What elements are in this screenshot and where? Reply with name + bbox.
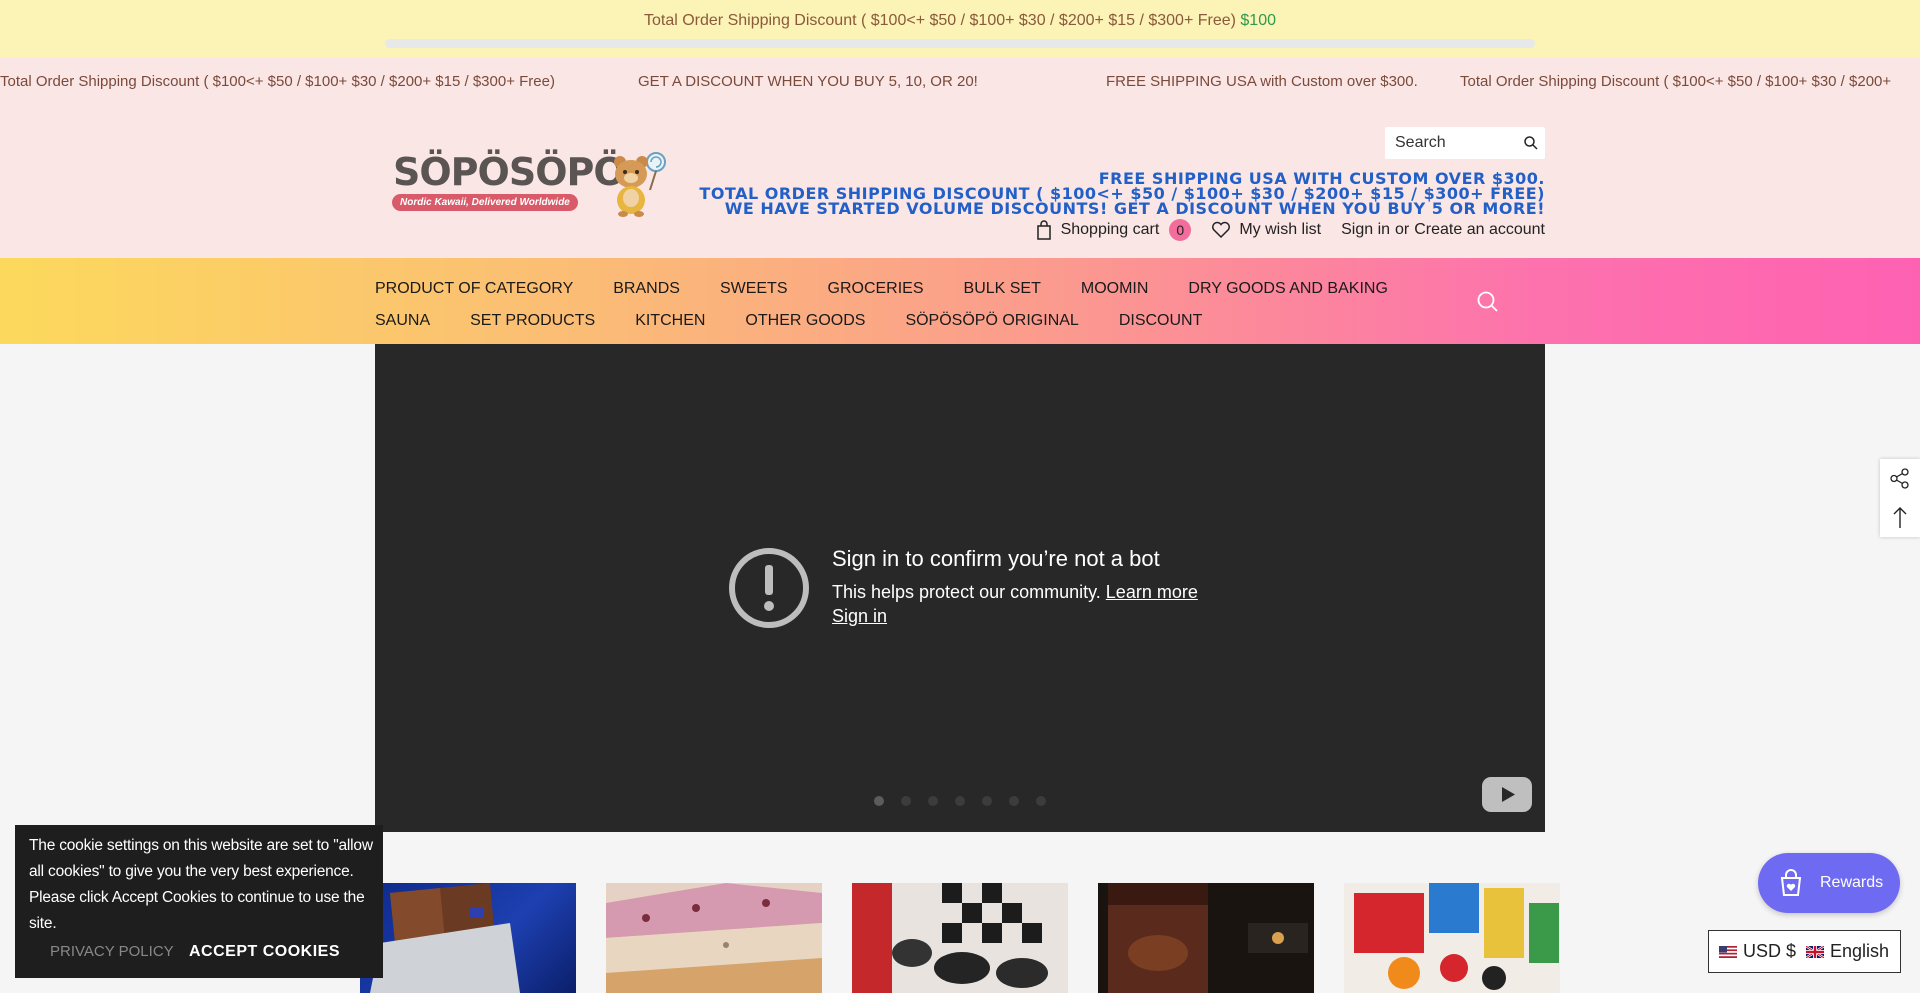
- search-icon[interactable]: [1523, 135, 1539, 151]
- announcement-message: Total Order Shipping Discount ( $100<+ $…: [643, 12, 1236, 29]
- slider-dot[interactable]: [901, 796, 911, 806]
- search-input[interactable]: [1385, 127, 1515, 159]
- accept-cookies-label: ACCEPT COOKIES: [189, 943, 341, 960]
- announcement-text: Total Order Shipping Discount ( $100<+ $…: [0, 12, 1920, 30]
- nav-item-groceries[interactable]: GROCERIES: [828, 280, 924, 298]
- logo-text: SÖPÖSÖPÖ: [393, 150, 626, 194]
- privacy-policy-link[interactable]: PRIVACY POLICY: [50, 943, 174, 960]
- hero-video[interactable]: Sign in to confirm you’re not a bot This…: [375, 344, 1545, 832]
- account-links: Sign in or Create an account: [1341, 221, 1545, 239]
- nav-item-sweets[interactable]: SWEETS: [720, 280, 788, 298]
- nav-row-1: PRODUCT OF CATEGORY BRANDS SWEETS GROCER…: [375, 280, 1428, 298]
- video-message-text: This helps protect our community.: [832, 582, 1101, 602]
- rewards-button[interactable]: Rewards: [1758, 853, 1900, 913]
- product-thumbnail[interactable]: [852, 883, 1068, 993]
- marquee-item: FREE SHIPPING USA with Custom over $300.: [1106, 73, 1418, 90]
- nav-item-other-goods[interactable]: OTHER GOODS: [745, 312, 865, 330]
- create-account-link[interactable]: Create an account: [1414, 221, 1545, 239]
- nav-row-2: SAUNA SET PRODUCTS KITCHEN OTHER GOODS S…: [375, 312, 1242, 330]
- rewards-bag-icon: [1780, 869, 1802, 896]
- marquee-item: GET A DISCOUNT WHEN YOU BUY 5, 10, OR 20…: [638, 73, 978, 90]
- chocolate-image: [370, 883, 520, 993]
- nav-item-product-of-category[interactable]: PRODUCT OF CATEGORY: [375, 280, 573, 298]
- uk-flag-icon: [1806, 945, 1825, 958]
- chocolate-bars-image: [606, 883, 822, 993]
- nav-item-sauna[interactable]: SAUNA: [375, 312, 430, 330]
- announcement-bar: Total Order Shipping Discount ( $100<+ $…: [0, 0, 1920, 58]
- currency-label[interactable]: USD $: [1743, 941, 1796, 962]
- slider-dot[interactable]: [928, 796, 938, 806]
- currency-language-selector[interactable]: USD $ English: [1708, 930, 1901, 973]
- site-header: SÖPÖSÖPÖ Nordic Kawaii, Delivered Worldw…: [0, 106, 1920, 258]
- nav-item-soposopo-original[interactable]: SÖPÖSÖPÖ ORIGINAL: [905, 312, 1078, 330]
- announcement-amount: $100: [1240, 12, 1276, 29]
- wishlist-link[interactable]: My wish list: [1211, 221, 1321, 239]
- floating-side-tools: [1880, 459, 1920, 537]
- nav-item-set-products[interactable]: SET PRODUCTS: [470, 312, 595, 330]
- warning-icon: [729, 548, 809, 628]
- accept-cookies-button[interactable]: ACCEPT COOKIES: [189, 943, 340, 961]
- language-label[interactable]: English: [1830, 941, 1889, 962]
- video-message: This helps protect our community. Learn …: [832, 582, 1198, 603]
- promo-marquee: Total Order Shipping Discount ( $100<+ $…: [0, 58, 1920, 106]
- nav-item-dry-goods[interactable]: DRY GOODS AND BAKING: [1188, 280, 1387, 298]
- shopping-cart-link[interactable]: Shopping cart 0: [1035, 219, 1192, 241]
- slider-dot[interactable]: [1009, 796, 1019, 806]
- coffee-package-image: [1108, 883, 1308, 993]
- licorice-image: [852, 883, 1048, 993]
- signin-link[interactable]: Sign in: [1341, 221, 1390, 239]
- wishlist-label: My wish list: [1239, 221, 1322, 238]
- shipping-progress-bar: [385, 39, 1535, 48]
- us-flag-icon: [1719, 945, 1737, 958]
- cart-label: Shopping cart: [1060, 221, 1160, 238]
- slider-dot[interactable]: [1036, 796, 1046, 806]
- youtube-icon[interactable]: [1482, 777, 1532, 812]
- cookie-message: The cookie settings on this website are …: [29, 837, 373, 932]
- nav-item-moomin[interactable]: MOOMIN: [1081, 280, 1149, 298]
- video-signin-link[interactable]: Sign in: [832, 606, 887, 627]
- nav-item-discount[interactable]: DISCOUNT: [1119, 312, 1203, 330]
- nav-item-kitchen[interactable]: KITCHEN: [635, 312, 705, 330]
- snack-mix-image: [1354, 883, 1559, 990]
- product-thumbnail[interactable]: [606, 883, 822, 993]
- nav-item-bulk-set[interactable]: BULK SET: [964, 280, 1041, 298]
- heart-icon: [1212, 221, 1231, 239]
- arrow-up-icon[interactable]: [1880, 498, 1920, 537]
- slider-dot[interactable]: [982, 796, 992, 806]
- logo[interactable]: SÖPÖSÖPÖ Nordic Kawaii, Delivered Worldw…: [390, 150, 670, 222]
- product-thumbnail[interactable]: [1098, 883, 1314, 993]
- video-title: Sign in to confirm you’re not a bot: [832, 546, 1160, 571]
- product-thumbnail[interactable]: [1344, 883, 1560, 993]
- slider-dots: [874, 796, 1063, 806]
- logo-tagline: Nordic Kawaii, Delivered Worldwide: [392, 194, 578, 211]
- cart-icon: [1036, 220, 1051, 240]
- header-links: Shopping cart 0 My wish list Sign in or …: [1015, 218, 1545, 242]
- marquee-item: Total Order Shipping Discount ( $100<+ $…: [1460, 73, 1892, 90]
- product-thumbnail[interactable]: [360, 883, 576, 993]
- nav-search-icon[interactable]: [1476, 290, 1500, 314]
- slider-dot[interactable]: [955, 796, 965, 806]
- share-icon[interactable]: [1880, 459, 1920, 498]
- nav-item-brands[interactable]: BRANDS: [613, 280, 680, 298]
- header-search: [1385, 127, 1545, 159]
- promo-line-volume: WE HAVE STARTED VOLUME DISCOUNTS! GET A …: [724, 199, 1545, 218]
- marquee-item: Total Order Shipping Discount ( $100<+ $…: [0, 73, 555, 90]
- cookie-banner: The cookie settings on this website are …: [15, 825, 383, 978]
- rewards-label: Rewards: [1820, 874, 1884, 891]
- or-text: or: [1395, 221, 1410, 238]
- slider-dot[interactable]: [874, 796, 884, 806]
- main-navigation: PRODUCT OF CATEGORY BRANDS SWEETS GROCER…: [0, 258, 1920, 344]
- cart-count-badge: 0: [1169, 219, 1192, 241]
- learn-more-link[interactable]: Learn more: [1106, 582, 1198, 602]
